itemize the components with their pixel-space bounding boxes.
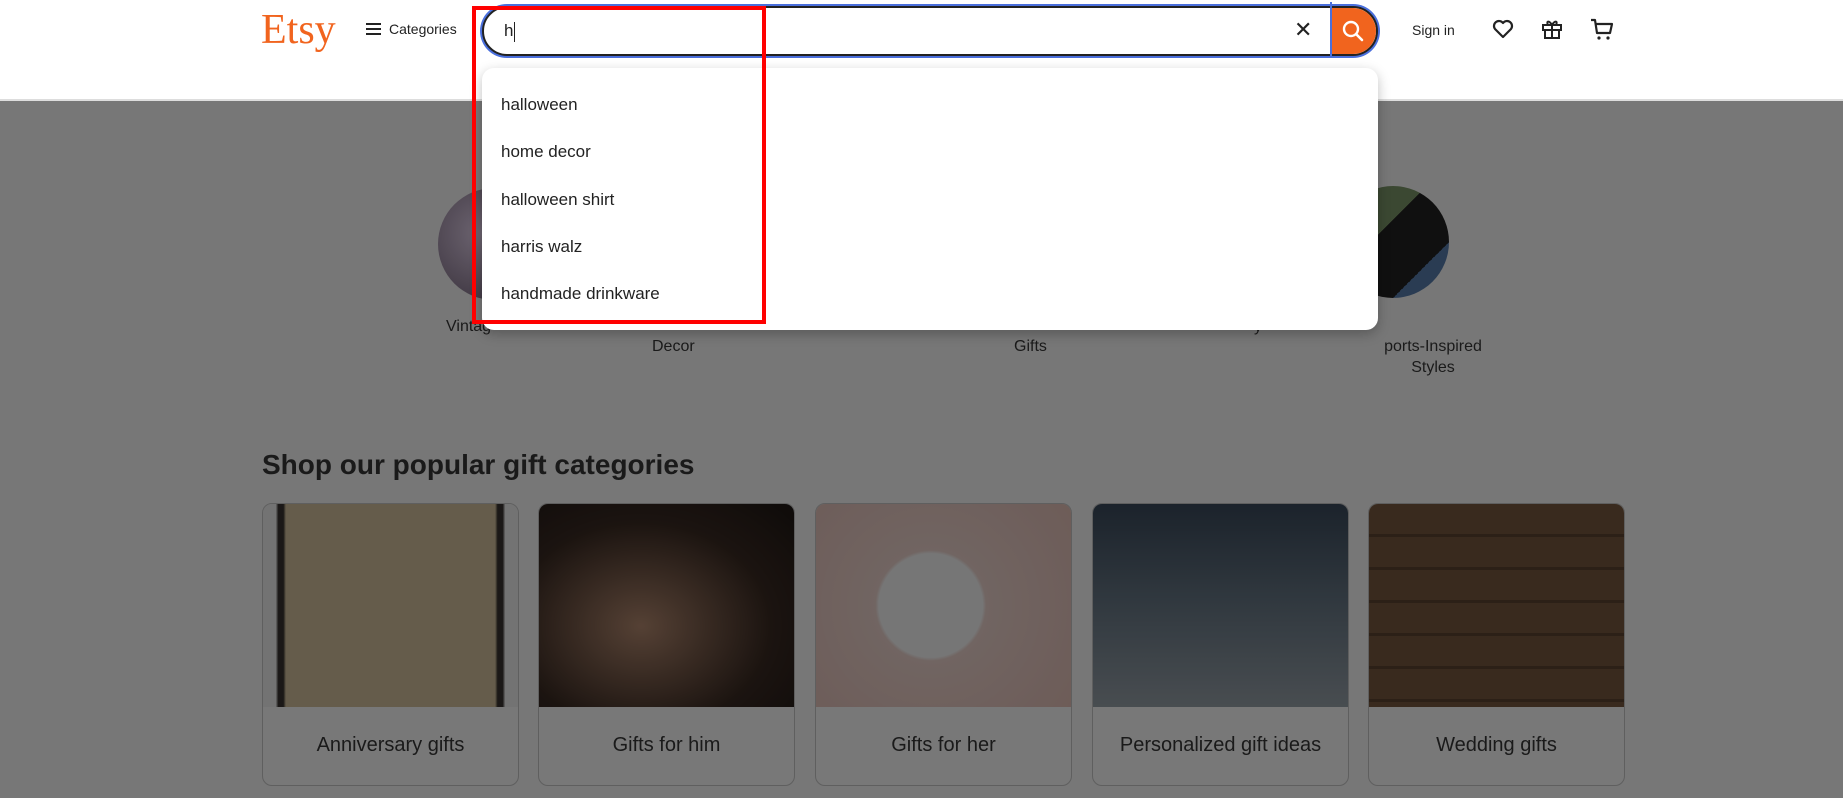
etsy-logo[interactable]: Etsy — [261, 6, 336, 54]
menu-icon — [366, 23, 381, 35]
heart-icon[interactable] — [1491, 17, 1515, 41]
category-label[interactable]: Decor — [652, 336, 695, 357]
card-image — [816, 504, 1071, 707]
highlight-box — [472, 6, 766, 324]
gift-card-her[interactable]: Gifts for her — [815, 503, 1072, 786]
gift-card-wedding[interactable]: Wedding gifts — [1368, 503, 1625, 786]
gift-card-anniversary[interactable]: Anniversary gifts — [262, 503, 519, 786]
card-label: Gifts for her — [891, 734, 996, 756]
close-icon[interactable]: ✕ — [1294, 17, 1312, 43]
category-label[interactable]: ports-Inspired Styles — [1380, 336, 1486, 378]
categories-label: Categories — [389, 21, 457, 37]
cart-icon[interactable] — [1589, 17, 1615, 41]
focus-ring — [1330, 2, 1332, 58]
card-image — [539, 504, 794, 707]
card-image — [263, 504, 518, 707]
gift-icon[interactable] — [1540, 17, 1564, 41]
card-image — [1369, 504, 1624, 707]
search-icon — [1342, 20, 1364, 42]
category-label[interactable]: Gifts — [1014, 336, 1047, 357]
search-button[interactable] — [1330, 8, 1376, 54]
categories-button[interactable]: Categories — [366, 21, 457, 37]
card-label: Gifts for him — [612, 734, 721, 756]
card-label: Wedding gifts — [1436, 734, 1557, 756]
gift-card-personalized[interactable]: Personalized gift ideas — [1092, 503, 1349, 786]
card-label: Anniversary gifts — [316, 734, 465, 756]
section-title: Shop our popular gift categories — [262, 449, 695, 480]
card-image — [1093, 504, 1348, 707]
sign-in-link[interactable]: Sign in — [1412, 22, 1455, 38]
card-label: Personalized gift ideas — [1119, 734, 1322, 756]
gift-card-him[interactable]: Gifts for him — [538, 503, 795, 786]
